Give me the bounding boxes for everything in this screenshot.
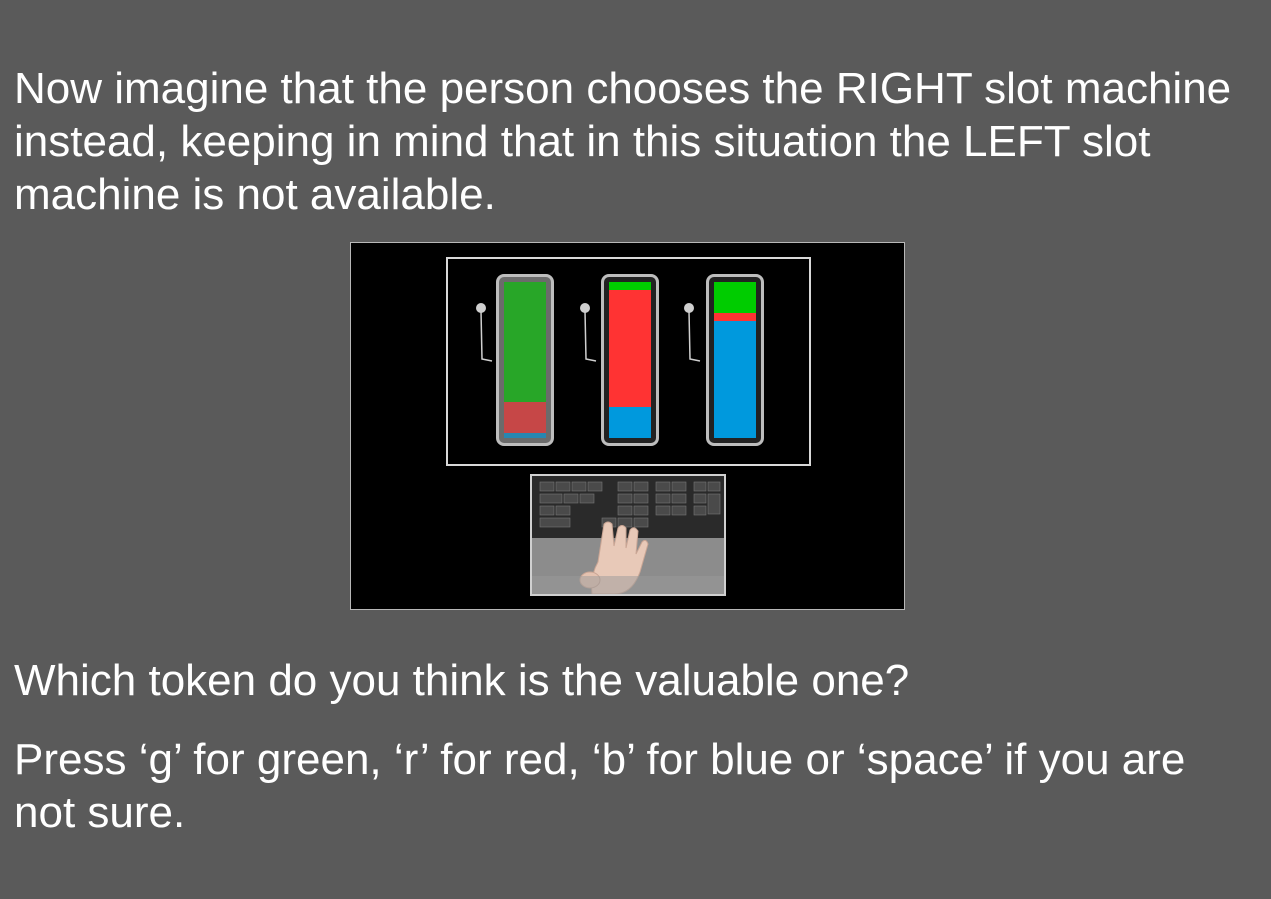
slot-machine-left (496, 274, 554, 446)
blue-token-segment (714, 321, 756, 438)
lever-icon (476, 303, 493, 362)
slot-machine-reels (504, 282, 546, 438)
slot-machines-panel (446, 257, 811, 466)
instruction-text: Now imagine that the person chooses the … (14, 64, 1232, 219)
response-instructions: Press ‘g’ for green, ‘r’ for red, ‘b’ fo… (14, 735, 1186, 837)
red-token-segment (714, 313, 756, 321)
slot-machine-middle (601, 274, 659, 446)
slot-machine-reels (609, 282, 651, 438)
blue-token-segment (609, 406, 651, 438)
lever-icon (580, 303, 597, 362)
blue-token-segment (504, 433, 546, 438)
green-token-segment (504, 282, 546, 403)
green-token-segment (714, 282, 756, 314)
green-token-segment (609, 282, 651, 290)
stimulus-frame (350, 242, 905, 610)
red-token-segment (609, 289, 651, 407)
hand-on-keyboard-image (530, 474, 726, 596)
slot-machine-right (706, 274, 764, 446)
slot-machine-reels (714, 282, 756, 438)
question-text: Which token do you think is the valuable… (14, 656, 910, 705)
lever-icon (684, 303, 701, 362)
red-token-segment (504, 402, 546, 434)
hand-on-keyboard-icon (532, 476, 724, 594)
